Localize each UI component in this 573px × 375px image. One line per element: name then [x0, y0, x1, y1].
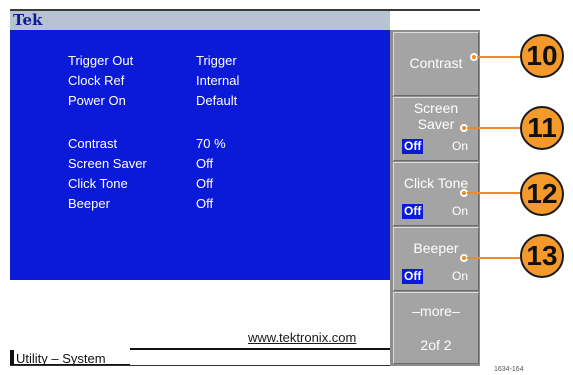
setting-label: Power On	[68, 93, 126, 108]
setting-label: Clock Ref	[68, 73, 125, 88]
more-softkey[interactable]: –more– 2of 2	[393, 292, 479, 364]
option-off-selected: Off	[402, 204, 424, 219]
setting-label: Contrast	[68, 136, 118, 151]
page-indicator: 2of 2	[420, 337, 452, 353]
callout-badge-13: 13	[520, 234, 564, 278]
callout-badge-10: 10	[520, 34, 564, 78]
title-bar: Tek	[10, 11, 390, 30]
callout-leader	[477, 56, 522, 58]
setting-value: 70 %	[196, 136, 226, 151]
callout-leader	[467, 192, 522, 194]
setting-value: Default	[196, 93, 238, 108]
softkey-label-line1: Screen	[413, 100, 459, 116]
tek-logo: Tek	[13, 11, 43, 29]
setting-label: Trigger Out	[68, 53, 134, 68]
figure-id: 1634-164	[494, 366, 524, 373]
option-off-selected: Off	[402, 269, 424, 284]
divider	[130, 348, 390, 350]
softkey-label: –more–	[412, 303, 460, 319]
callout-leader	[467, 257, 522, 259]
callout-badge-11: 11	[520, 106, 564, 150]
setting-value: Trigger	[196, 53, 237, 68]
setting-label: Screen Saver	[68, 156, 147, 171]
option-on: On	[452, 204, 469, 218]
softkey-label: Contrast	[409, 55, 463, 71]
setting-value: Internal	[196, 73, 240, 88]
callout-badge-12: 12	[520, 172, 564, 216]
menu-tab-utility-system: Utility – System	[16, 351, 106, 366]
callout-leader	[467, 127, 522, 129]
setting-label: Beeper	[68, 196, 110, 211]
setting-label: Click Tone	[68, 176, 128, 191]
panel-bottom-border	[10, 365, 390, 366]
option-off-selected: Off	[402, 139, 424, 154]
setting-value: Off	[196, 176, 214, 191]
contrast-softkey[interactable]: Contrast	[393, 32, 479, 96]
option-on: On	[452, 139, 469, 153]
setting-value: Off	[196, 196, 214, 211]
option-on: On	[452, 269, 469, 283]
setting-value: Off	[196, 156, 214, 171]
website-url: www.tektronix.com	[248, 330, 357, 345]
